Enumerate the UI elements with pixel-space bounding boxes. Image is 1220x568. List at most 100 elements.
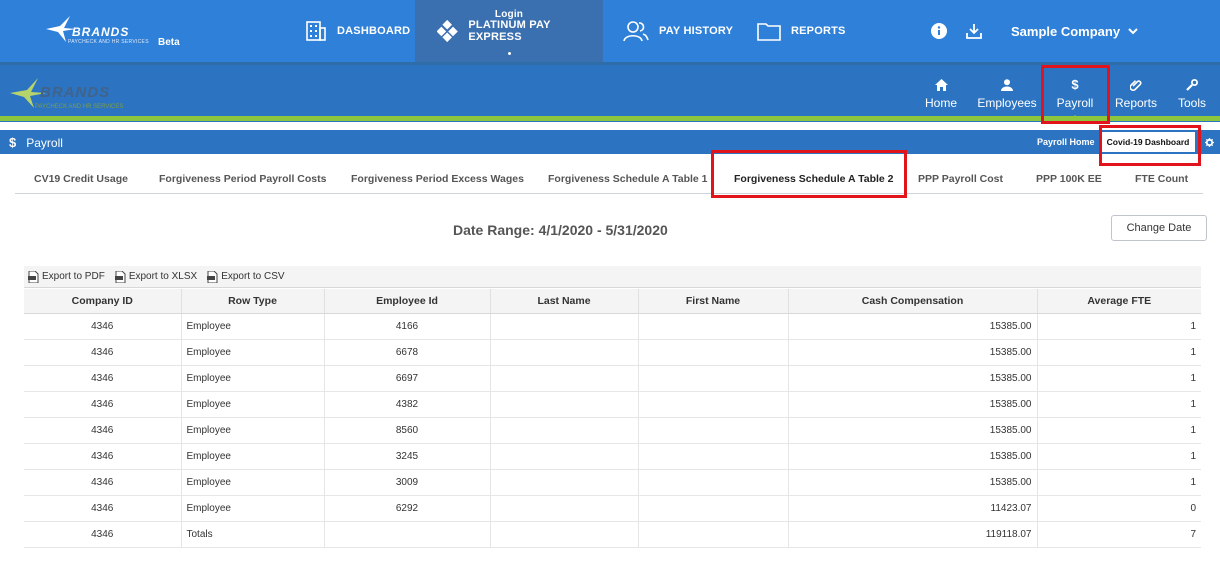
top-navigation-bar: BRANDS PAYCHECK AND HR SERVICES Beta DAS… (0, 0, 1220, 62)
covid-dashboard-link[interactable]: Covid-19 Dashboard (1101, 132, 1195, 152)
cell-company-id: 4346 (24, 313, 182, 340)
diamond-grid-icon (437, 20, 458, 42)
paperclip-icon (1130, 79, 1142, 91)
folder-icon (757, 23, 781, 41)
module-logo-tagline: PAYCHECK AND HR SERVICES (35, 104, 124, 110)
tab-ppp-payroll-cost[interactable]: PPP Payroll Cost (918, 173, 1003, 185)
tab-forgiveness-period-excess-wages[interactable]: Forgiveness Period Excess Wages (351, 173, 524, 185)
column-header-employee-id[interactable]: Employee Id (324, 289, 491, 314)
cell-employee-id: 6678 (324, 339, 491, 366)
nav-platinum-pay-express[interactable]: Login PLATINUM PAY EXPRESS (415, 0, 603, 62)
brand-tagline: PAYCHECK AND HR SERVICES (68, 39, 149, 45)
module-payroll-label: Payroll (1056, 95, 1094, 110)
module-payroll[interactable]: $ Payroll (1046, 65, 1104, 121)
cell-last-name (490, 469, 639, 496)
report-tabs: CV19 Credit Usage Forgiveness Period Pay… (15, 166, 1203, 194)
table-row[interactable]: 4346 Employee 6697 15385.00 1 (24, 365, 1201, 392)
tab-forgiveness-schedule-a-table-1[interactable]: Forgiveness Schedule A Table 1 (548, 173, 708, 185)
cell-row-type: Employee (181, 469, 325, 496)
wrench-icon (1186, 78, 1198, 91)
table-row[interactable]: 4346 Employee 3245 15385.00 1 (24, 443, 1201, 470)
nav-reports[interactable]: REPORTS (757, 0, 846, 62)
download-icon[interactable] (965, 22, 983, 40)
cell-company-id: 4346 (24, 339, 182, 366)
module-tools[interactable]: Tools (1172, 65, 1212, 121)
page-title-text: Payroll (26, 135, 63, 150)
module-home-label: Home (924, 95, 957, 110)
tab-fte-count[interactable]: FTE Count (1135, 173, 1188, 185)
cell-cash-compensation: 15385.00 (788, 469, 1038, 496)
change-date-button[interactable]: Change Date (1111, 215, 1207, 241)
cell-employee-id (324, 521, 491, 548)
module-logo-text: BRANDS (40, 84, 111, 101)
nav-platinum-label: PLATINUM PAY EXPRESS (468, 19, 551, 43)
cell-company-id: 4346 (24, 495, 182, 522)
payroll-home-link[interactable]: Payroll Home (1037, 137, 1095, 147)
cell-company-id: 4346 (24, 417, 182, 444)
tab-forgiveness-period-payroll-costs[interactable]: Forgiveness Period Payroll Costs (159, 173, 326, 185)
info-icon[interactable] (931, 23, 947, 39)
cell-company-id: 4346 (24, 521, 182, 548)
cell-row-type: Employee (181, 417, 325, 444)
company-selector[interactable]: Sample Company (1011, 24, 1138, 39)
dollar-icon: $ (1071, 77, 1079, 92)
nav-dashboard[interactable]: DASHBOARD (305, 0, 410, 62)
users-icon (623, 21, 649, 42)
module-home[interactable]: Home (920, 65, 962, 121)
export-csv-button[interactable]: Export to CSV (207, 270, 285, 283)
nav-pay-history[interactable]: PAY HISTORY (623, 0, 733, 62)
cell-first-name (638, 521, 789, 548)
module-reports[interactable]: Reports (1113, 65, 1159, 121)
cell-first-name (638, 417, 789, 444)
cell-last-name (490, 391, 639, 418)
cell-cash-compensation: 15385.00 (788, 417, 1038, 444)
tab-forgiveness-schedule-a-table-2[interactable]: Forgiveness Schedule A Table 2 (734, 173, 894, 185)
column-header-average-fte[interactable]: Average FTE (1037, 289, 1201, 314)
table-row[interactable]: 4346 Employee 4166 15385.00 1 (24, 313, 1201, 340)
cell-average-fte: 1 (1037, 313, 1201, 340)
cell-average-fte: 1 (1037, 469, 1201, 496)
cell-first-name (638, 313, 789, 340)
dollar-icon: $ (9, 135, 17, 150)
beta-label: Beta (158, 37, 180, 48)
cell-row-type: Employee (181, 339, 325, 366)
cell-cash-compensation: 15385.00 (788, 365, 1038, 392)
cell-company-id: 4346 (24, 365, 182, 392)
module-logo: BRANDS PAYCHECK AND HR SERVICES (10, 76, 140, 116)
table-row[interactable]: 4346 Employee 6292 11423.07 0 (24, 495, 1201, 522)
cell-employee-id: 4382 (324, 391, 491, 418)
table-row[interactable]: 4346 Employee 3009 15385.00 1 (24, 469, 1201, 496)
company-name: Sample Company (1011, 24, 1121, 39)
table-row[interactable]: 4346 Employee 8560 15385.00 1 (24, 417, 1201, 444)
cell-row-type: Employee (181, 391, 325, 418)
cell-cash-compensation: 15385.00 (788, 339, 1038, 366)
column-header-row-type[interactable]: Row Type (181, 289, 325, 314)
column-header-company-id[interactable]: Company ID (24, 289, 182, 314)
tab-cv19-credit-usage[interactable]: CV19 Credit Usage (34, 173, 128, 185)
report-table: Company ID Row Type Employee Id Last Nam… (24, 289, 1201, 548)
cell-first-name (638, 391, 789, 418)
column-header-cash-compensation[interactable]: Cash Compensation (788, 289, 1038, 314)
cell-employee-id: 3245 (324, 443, 491, 470)
module-tools-label: Tools (1177, 95, 1206, 110)
export-xlsx-button[interactable]: Export to XLSX (114, 270, 197, 283)
table-row[interactable]: 4346 Employee 6678 15385.00 1 (24, 339, 1201, 366)
cell-last-name (490, 365, 639, 392)
module-employees[interactable]: Employees (976, 65, 1038, 121)
cell-employee-id: 6697 (324, 365, 491, 392)
table-totals-row[interactable]: 4346 Totals 119118.07 7 (24, 521, 1201, 548)
csv-file-icon (207, 270, 218, 283)
xlsx-file-icon (114, 270, 126, 283)
column-header-first-name[interactable]: First Name (638, 289, 789, 314)
table-row[interactable]: 4346 Employee 4382 15385.00 1 (24, 391, 1201, 418)
page-title: $ Payroll (9, 135, 63, 150)
nav-reports-label: REPORTS (791, 25, 846, 37)
cell-last-name (490, 443, 639, 470)
cell-cash-compensation: 11423.07 (788, 495, 1038, 522)
export-pdf-button[interactable]: Export to PDF (28, 270, 105, 283)
column-header-last-name[interactable]: Last Name (490, 289, 639, 314)
payroll-title-bar: $ Payroll Payroll Home Covid-19 Dashboar… (0, 130, 1220, 154)
cell-first-name (638, 339, 789, 366)
tab-ppp-100k-ee[interactable]: PPP 100K EE (1036, 173, 1102, 185)
gear-icon[interactable] (1205, 138, 1214, 147)
